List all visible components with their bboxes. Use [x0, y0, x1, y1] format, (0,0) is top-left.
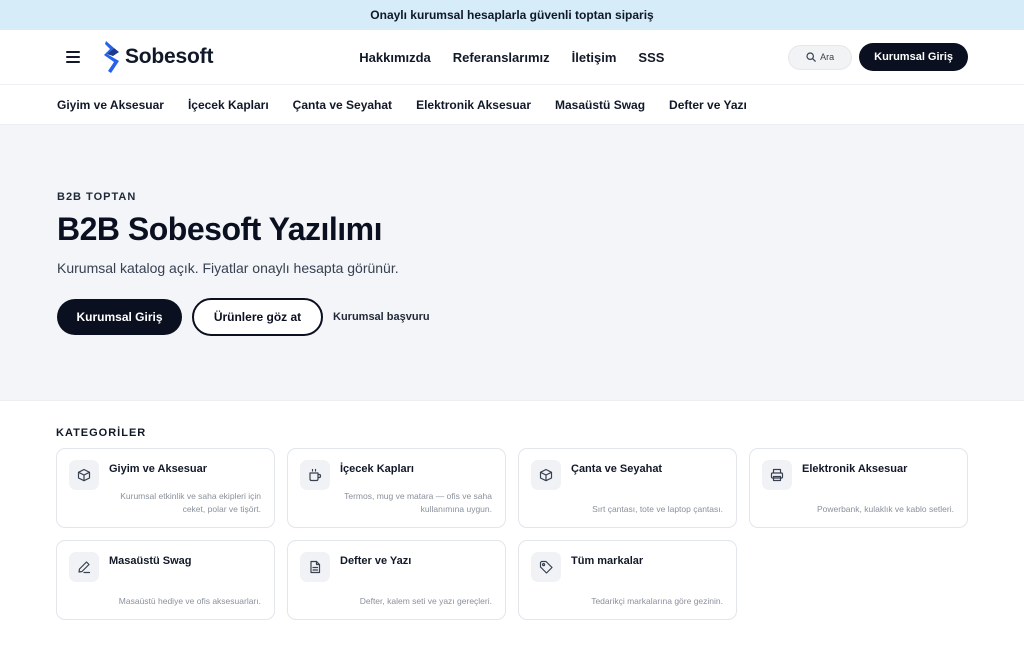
announcement-bar: Onaylı kurumsal hesaplarla güvenli topta…	[0, 0, 1024, 30]
hero-section: B2B TOPTAN B2B Sobesoft Yazılımı Kurumsa…	[0, 125, 1024, 401]
categories-grid: Giyim ve Aksesuar Kurumsal etkinlik ve s…	[56, 448, 968, 620]
sobesoft-logo-icon	[104, 41, 119, 73]
category-title: Elektronik Aksesuar	[802, 463, 908, 475]
category-nav: Giyim ve Aksesuar İçecek Kapları Çanta v…	[0, 85, 1024, 125]
search-label: Ara	[820, 52, 835, 62]
hero-subtitle: Kurumsal katalog açık. Fiyatlar onaylı h…	[57, 260, 399, 276]
category-card-electronics[interactable]: Elektronik Aksesuar Powerbank, kulaklık …	[749, 448, 968, 528]
category-card-desk-swag[interactable]: Masaüstü Swag Masaüstü hediye ve ofis ak…	[56, 540, 275, 620]
cup-icon	[300, 460, 330, 490]
category-title: Çanta ve Seyahat	[571, 463, 663, 475]
box-icon	[531, 460, 561, 490]
category-desc: Tedarikçi markalarına göre gezinin.	[591, 596, 723, 606]
pen-icon	[69, 552, 99, 582]
category-title: Masaüstü Swag	[109, 555, 192, 567]
category-nav-electronics[interactable]: Elektronik Aksesuar	[416, 98, 531, 112]
printer-icon	[762, 460, 792, 490]
corporate-login-button[interactable]: Kurumsal Giriş	[859, 43, 968, 71]
category-title: İçecek Kapları	[340, 463, 414, 475]
corporate-apply-link[interactable]: Kurumsal başvuru	[333, 311, 430, 323]
category-title: Defter ve Yazı	[340, 555, 412, 567]
category-desc: Termos, mug ve matara — ofis ve saha kul…	[344, 491, 492, 514]
site-header: Sobesoft Hakkımızda Referanslarımız İlet…	[0, 30, 1024, 85]
logo-text: Sobesoft	[125, 45, 214, 68]
category-nav-notebooks[interactable]: Defter ve Yazı	[669, 98, 747, 112]
category-nav-apparel[interactable]: Giyim ve Aksesuar	[57, 98, 164, 112]
category-nav-bags[interactable]: Çanta ve Seyahat	[293, 98, 392, 112]
categories-title: KATEGORİLER	[56, 427, 147, 439]
category-desc: Masaüstü hediye ve ofis aksesuarları.	[118, 596, 261, 606]
tag-icon	[531, 552, 561, 582]
category-card-all-brands[interactable]: Tüm markalar Tedarikçi markalarına göre …	[518, 540, 737, 620]
category-nav-desk-swag[interactable]: Masaüstü Swag	[555, 98, 645, 112]
hero-title: B2B Sobesoft Yazılımı	[57, 211, 383, 247]
announcement-text: Onaylı kurumsal hesaplarla güvenli topta…	[370, 8, 654, 22]
nav-link-about[interactable]: Hakkımızda	[359, 50, 431, 65]
category-card-apparel[interactable]: Giyim ve Aksesuar Kurumsal etkinlik ve s…	[56, 448, 275, 528]
browse-products-button[interactable]: Ürünlere göz at	[192, 298, 323, 336]
hero-eyebrow: B2B TOPTAN	[57, 191, 137, 203]
main-nav: Hakkımızda Referanslarımız İletişim SSS	[359, 50, 664, 65]
hero-actions: Kurumsal Giriş Ürünlere göz at Kurumsal …	[57, 298, 967, 336]
categories-section: KATEGORİLER Giyim ve Aksesuar Kurumsal e…	[0, 401, 1024, 620]
hero-login-button[interactable]: Kurumsal Giriş	[57, 299, 182, 335]
category-desc: Powerbank, kulaklık ve kablo setleri.	[816, 504, 954, 514]
category-card-bags[interactable]: Çanta ve Seyahat Sırt çantası, tote ve l…	[518, 448, 737, 528]
category-card-drinkware[interactable]: İçecek Kapları Termos, mug ve matara — o…	[287, 448, 506, 528]
nav-link-contact[interactable]: İletişim	[572, 50, 617, 65]
document-icon	[300, 552, 330, 582]
category-title: Tüm markalar	[571, 555, 644, 567]
category-nav-drinkware[interactable]: İçecek Kapları	[188, 98, 269, 112]
category-desc: Kurumsal etkinlik ve saha ekipleri için …	[120, 491, 261, 514]
hamburger-menu-icon[interactable]	[66, 51, 80, 63]
category-desc: Defter, kalem seti ve yazı gereçleri.	[359, 596, 492, 606]
search-button[interactable]: Ara	[788, 44, 853, 70]
category-title: Giyim ve Aksesuar	[109, 463, 208, 475]
search-icon	[806, 52, 816, 62]
box-icon	[69, 460, 99, 490]
nav-link-references[interactable]: Referanslarımız	[453, 50, 550, 65]
category-card-notebooks[interactable]: Defter ve Yazı Defter, kalem seti ve yaz…	[287, 540, 506, 620]
header-actions: Ara Kurumsal Giriş	[788, 43, 968, 71]
logo[interactable]: Sobesoft	[104, 41, 213, 73]
nav-link-faq[interactable]: SSS	[638, 50, 664, 65]
category-desc: Sırt çantası, tote ve laptop çantası.	[592, 504, 723, 514]
